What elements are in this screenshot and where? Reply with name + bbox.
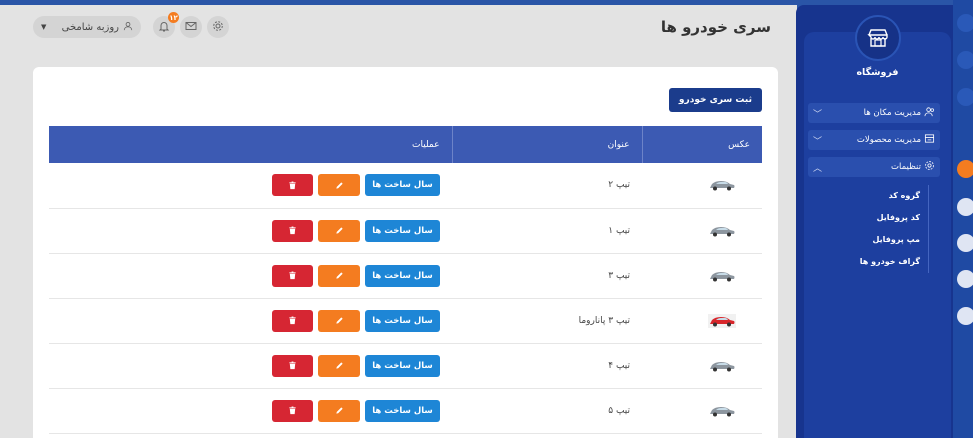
series-table: عکس عنوان عملیات تیپ ۲ سال ساخت ها تیپ ۱…: [49, 126, 762, 434]
row-title: تیپ ۴: [608, 360, 630, 371]
mail-icon: [185, 20, 197, 35]
car-image: [710, 226, 735, 236]
row-title: تیپ ۳ پاناروما: [578, 315, 630, 326]
main-content: سری خودرو ها روزبه شامخی ▼ ۱۲ ثبت سری خو…: [0, 5, 797, 438]
trash-icon: [289, 361, 296, 370]
delete-button[interactable]: [272, 174, 313, 197]
edit-button[interactable]: [318, 354, 360, 377]
settings-button[interactable]: [207, 16, 229, 38]
chevron-down-icon: ﹀: [813, 109, 823, 120]
table-row: تیپ ۲ سال ساخت ها: [49, 163, 762, 208]
icon-rail: [953, 0, 973, 438]
table-row: تیپ ۳ سال ساخت ها: [49, 253, 762, 298]
circle-icon[interactable]: [957, 88, 973, 106]
build-years-button[interactable]: سال ساخت ها: [365, 174, 440, 197]
chevron-down-icon: ﹀: [813, 136, 823, 147]
sidebar-item-products[interactable]: مدیریت محصولات ﹀: [808, 130, 940, 150]
column-header: عملیات: [412, 139, 440, 150]
table-row: تیپ ۳ پاناروما سال ساخت ها: [49, 298, 762, 343]
orange-app-icon[interactable]: [957, 160, 973, 178]
column-header: عنوان: [451, 126, 642, 163]
trash-icon: [289, 316, 296, 325]
sidebar-item-label: مدیریت مکان ها: [863, 108, 921, 118]
submenu-item[interactable]: مپ پروفایل: [808, 229, 920, 251]
car-image: [710, 181, 735, 191]
row-title: تیپ ۱: [608, 225, 630, 236]
menu-icon[interactable]: [957, 14, 973, 32]
submenu-item[interactable]: گروه کد: [808, 185, 920, 207]
app-icon[interactable]: [957, 234, 973, 252]
car-image: [710, 361, 735, 371]
submenu-item[interactable]: گراف خودرو ها: [808, 251, 920, 273]
delete-button[interactable]: [272, 219, 313, 242]
build-years-button[interactable]: سال ساخت ها: [365, 219, 440, 242]
add-series-button[interactable]: ثبت سری خودرو: [668, 88, 762, 112]
delete-button[interactable]: [272, 309, 313, 332]
trash-icon: [289, 181, 296, 189]
store-name: فروشگاه: [856, 67, 899, 78]
user-name: روزبه شامخی: [61, 21, 119, 33]
build-years-button[interactable]: سال ساخت ها: [365, 264, 440, 287]
sidebar-item-label: مدیریت محصولات: [856, 135, 921, 145]
app-icon[interactable]: [957, 198, 973, 216]
table-row: تیپ ۴ سال ساخت ها: [49, 343, 762, 388]
brand-logo: [958, 375, 973, 435]
edit-button[interactable]: [318, 309, 360, 332]
trash-icon: [289, 226, 296, 235]
grid-icon[interactable]: [957, 51, 973, 69]
store-icon: [855, 15, 901, 61]
table-header: عکس عنوان عملیات: [49, 126, 762, 163]
pencil-icon: [335, 362, 343, 369]
notifications-button[interactable]: ۱۲: [153, 12, 179, 38]
sidebar-item-locations[interactable]: مدیریت مکان ها ﹀: [808, 103, 940, 123]
build-years-button[interactable]: سال ساخت ها: [365, 309, 440, 332]
pencil-icon: [335, 227, 343, 234]
user-menu[interactable]: روزبه شامخی ▼: [33, 16, 141, 38]
delete-button[interactable]: [272, 354, 313, 377]
build-years-button[interactable]: سال ساخت ها: [365, 399, 440, 422]
edit-button[interactable]: [318, 264, 360, 287]
gear-icon: [924, 160, 935, 174]
series-card: ثبت سری خودرو عکس عنوان عملیات تیپ ۲ سال…: [33, 67, 778, 438]
pencil-icon: [335, 407, 343, 414]
pencil-icon: [335, 272, 343, 279]
pencil-icon: [335, 317, 343, 324]
app-icon[interactable]: [957, 270, 973, 288]
car-image: [708, 313, 736, 328]
topbar: روزبه شامخی ▼ ۱۲: [33, 12, 229, 38]
row-title: تیپ ۵: [608, 405, 630, 416]
submenu-item[interactable]: کد پروفایل: [808, 207, 920, 229]
messages-button[interactable]: [180, 16, 202, 38]
user-icon: [123, 21, 133, 34]
delete-button[interactable]: [272, 264, 313, 287]
sidebar: فروشگاه مدیریت مکان ها ﹀ مدیریت محصولات …: [796, 5, 953, 438]
bell-icon: [158, 20, 170, 35]
delete-button[interactable]: [272, 399, 313, 422]
table-row: تیپ ۱ سال ساخت ها: [49, 208, 762, 253]
trash-icon: [289, 406, 296, 415]
gear-icon: [212, 20, 224, 35]
edit-button[interactable]: [318, 219, 360, 242]
trash-icon: [289, 271, 296, 280]
edit-button[interactable]: [318, 399, 360, 422]
car-image: [710, 406, 735, 416]
edit-button[interactable]: [318, 174, 360, 197]
sidebar-item-settings[interactable]: تنظیمات ︿: [808, 157, 940, 177]
column-header: عکس: [641, 126, 762, 163]
settings-submenu: گروه کد کد پروفایل مپ پروفایل گراف خودرو…: [808, 185, 929, 273]
chevron-up-icon: ︿: [813, 163, 823, 174]
users-icon: [924, 106, 935, 120]
notification-badge: ۱۲: [168, 12, 179, 23]
chevron-down-icon: ▼: [41, 23, 47, 31]
row-title: تیپ ۲: [608, 180, 630, 191]
sidebar-item-label: تنظیمات: [891, 162, 921, 172]
page-title: سری خودرو ها: [660, 18, 771, 36]
build-years-button[interactable]: سال ساخت ها: [365, 354, 440, 377]
car-image: [710, 271, 735, 281]
store-icon: [924, 133, 935, 147]
app-icon[interactable]: [957, 307, 973, 325]
table-row: تیپ ۵ سال ساخت ها: [49, 388, 762, 433]
row-title: تیپ ۳: [608, 270, 630, 281]
pencil-icon: [335, 182, 343, 189]
